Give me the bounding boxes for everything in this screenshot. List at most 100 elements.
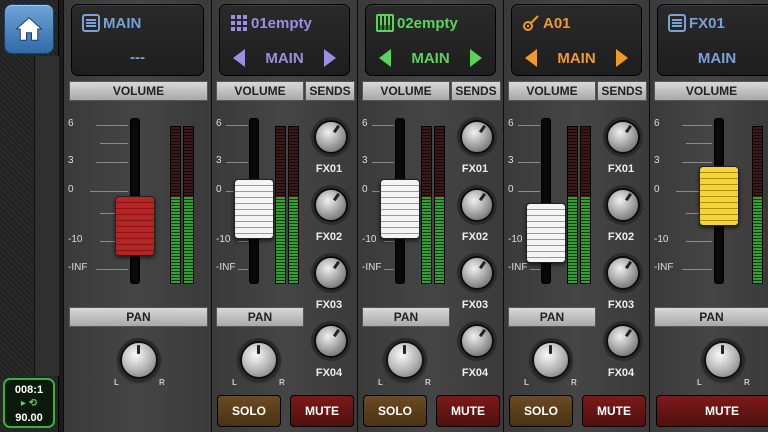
send-knob-fx01[interactable] xyxy=(606,120,640,154)
level-meter-left xyxy=(275,126,286,284)
channel-header[interactable]: 02empty MAIN xyxy=(365,4,496,76)
channel-name: MAIN xyxy=(103,14,142,32)
route-name: MAIN xyxy=(557,49,596,67)
send-knob-fx03[interactable] xyxy=(460,256,494,290)
channel-strip-02empty: 02empty MAIN VOLUME SENDS 6 3 0 -10 -INF… xyxy=(357,0,504,432)
scale-label: -INF xyxy=(216,262,236,273)
sends-label: SENDS xyxy=(451,81,501,101)
solo-button[interactable]: SOLO xyxy=(363,395,427,427)
pan-label: PAN xyxy=(69,307,208,327)
pan-right-label: R xyxy=(279,378,285,387)
scale-label: 0 xyxy=(216,184,222,195)
send-knob-fx04[interactable] xyxy=(460,324,494,358)
position-readout: 008:1 xyxy=(14,384,44,396)
channel-header[interactable]: MAIN --- xyxy=(71,4,204,76)
output-route-selector[interactable]: MAIN xyxy=(658,47,768,69)
scale-label: 0 xyxy=(68,184,74,195)
rail-scrollbar[interactable] xyxy=(34,56,59,376)
pan-right-label: R xyxy=(159,378,165,387)
send-knob-fx04[interactable] xyxy=(314,324,348,358)
scale-label: 0 xyxy=(362,184,368,195)
channel-name: 01empty xyxy=(251,14,312,32)
route-name: MAIN xyxy=(697,49,737,67)
scale-label: -10 xyxy=(508,234,523,245)
volume-fader-handle[interactable] xyxy=(115,196,155,256)
volume-fader-handle[interactable] xyxy=(380,179,420,239)
send-label-fx01: FX01 xyxy=(607,163,635,175)
output-route-selector[interactable]: MAIN xyxy=(366,47,495,69)
scale-label: 6 xyxy=(654,118,660,129)
volume-label: VOLUME xyxy=(654,81,768,101)
send-knob-fx04[interactable] xyxy=(606,324,640,358)
volume-label: VOLUME xyxy=(508,81,596,101)
send-label-fx01: FX01 xyxy=(461,163,489,175)
mute-button[interactable]: MUTE xyxy=(436,395,500,427)
route-next-arrow-icon[interactable] xyxy=(615,49,628,67)
channel-name: 02empty xyxy=(397,14,458,32)
solo-button[interactable]: SOLO xyxy=(509,395,573,427)
tempo-readout: 90.00 xyxy=(15,412,43,424)
channel-strip-01empty: 01empty MAIN VOLUME SENDS 6 3 0 -10 -INF… xyxy=(211,0,358,432)
pan-knob[interactable] xyxy=(120,341,158,379)
pad-grid-icon xyxy=(231,15,247,31)
pan-knob[interactable] xyxy=(386,341,424,379)
send-label-fx04: FX04 xyxy=(315,367,343,379)
send-knob-fx01[interactable] xyxy=(314,120,348,154)
pan-knob[interactable] xyxy=(704,341,742,379)
volume-fader-handle[interactable] xyxy=(526,203,566,263)
send-knob-fx02[interactable] xyxy=(314,188,348,222)
scale-label: 6 xyxy=(508,118,514,129)
solo-button[interactable]: SOLO xyxy=(217,395,281,427)
mute-button[interactable]: MUTE xyxy=(656,395,768,427)
volume-label: VOLUME xyxy=(216,81,304,101)
send-knob-fx01[interactable] xyxy=(460,120,494,154)
left-rail: 008:1 ▸ ⟲ 90.00 xyxy=(0,0,59,432)
channel-strip-a01: A01 MAIN VOLUME SENDS 6 3 0 -10 -INF FX0… xyxy=(503,0,650,432)
route-prev-arrow-icon[interactable] xyxy=(233,49,246,67)
mute-button[interactable]: MUTE xyxy=(290,395,354,427)
pan-right-label: R xyxy=(744,378,750,387)
route-next-arrow-icon[interactable] xyxy=(469,49,482,67)
scale-label: 3 xyxy=(508,155,514,166)
home-button[interactable] xyxy=(4,4,54,54)
scale-label: 6 xyxy=(216,118,222,129)
route-name: MAIN xyxy=(265,49,304,67)
channel-header[interactable]: FX01 MAIN xyxy=(657,4,768,76)
channel-header[interactable]: A01 MAIN xyxy=(511,4,642,76)
volume-label: VOLUME xyxy=(69,81,208,101)
pan-left-label: L xyxy=(114,378,119,387)
volume-label: VOLUME xyxy=(362,81,450,101)
scale-label: -INF xyxy=(68,262,88,273)
scale-label: 3 xyxy=(216,155,222,166)
pan-label: PAN xyxy=(216,307,304,327)
pan-knob[interactable] xyxy=(240,341,278,379)
list-icon xyxy=(82,14,100,32)
send-knob-fx03[interactable] xyxy=(606,256,640,290)
scale-label: 3 xyxy=(362,155,368,166)
route-prev-arrow-icon[interactable] xyxy=(379,49,392,67)
transport-counter[interactable]: 008:1 ▸ ⟲ 90.00 xyxy=(3,378,55,428)
sends-label: SENDS xyxy=(305,81,355,101)
send-knob-fx02[interactable] xyxy=(606,188,640,222)
send-label-fx02: FX02 xyxy=(315,231,343,243)
volume-fader-handle[interactable] xyxy=(699,166,739,226)
pan-knob[interactable] xyxy=(532,341,570,379)
output-route-selector[interactable]: MAIN xyxy=(220,47,349,69)
pan-left-label: L xyxy=(697,378,702,387)
route-prev-arrow-icon[interactable] xyxy=(525,49,538,67)
send-label-fx02: FX02 xyxy=(461,231,489,243)
send-label-fx02: FX02 xyxy=(607,231,635,243)
route-next-arrow-icon[interactable] xyxy=(323,49,336,67)
scale-label: 6 xyxy=(362,118,368,129)
send-label-fx03: FX03 xyxy=(315,299,343,311)
scale-label: -INF xyxy=(654,262,674,273)
volume-fader-handle[interactable] xyxy=(234,179,274,239)
send-label-fx04: FX04 xyxy=(461,367,489,379)
mute-button[interactable]: MUTE xyxy=(582,395,646,427)
channel-strip-main: MAIN --- VOLUME 6 3 0 -10 -INF PAN L R xyxy=(63,0,212,432)
send-knob-fx03[interactable] xyxy=(314,256,348,290)
channel-header[interactable]: 01empty MAIN xyxy=(219,4,350,76)
send-knob-fx02[interactable] xyxy=(460,188,494,222)
sends-label: SENDS xyxy=(597,81,647,101)
output-route-selector[interactable]: MAIN xyxy=(512,47,641,69)
